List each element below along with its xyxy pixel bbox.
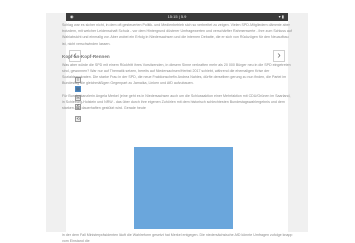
status-bar: ◉ 15:15 | 5.9 ▾ ▮ [66,13,288,21]
intro-paragraph: Schlag war es sicher nicht, in dem oft g… [62,23,292,46]
article-tail-paragraph: in der dem Fall Ministerpräsidenten läuf… [62,233,293,243]
body-paragraph: Für Bundeskanzlerin Angela Merkel (eine … [62,93,291,111]
battery-icon: ▾ ▮ [278,14,284,19]
article-image-placeholder [134,147,233,229]
section-heading: Kopf-an-Kopf-Rennen [62,53,110,59]
body-paragraph: Was aber würde die SPD mit einem Rückfri… [62,62,291,86]
article-body: Schlag war es sicher nicht, in dem oft g… [62,22,294,117]
status-time: 15:15 | 5.9 [167,14,187,19]
